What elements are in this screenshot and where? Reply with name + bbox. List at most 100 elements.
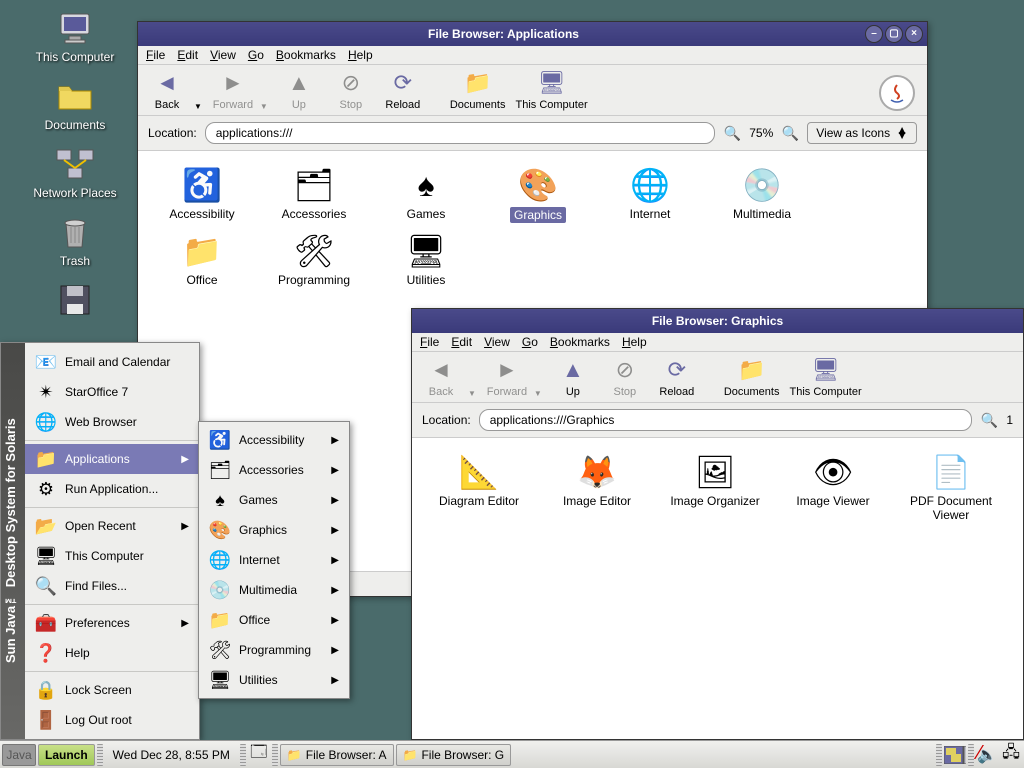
submenu-item[interactable]: 🗂Accessories▶ [199,455,349,485]
taskbar-item-graphics[interactable]: 📁File Browser: G [396,744,512,766]
titlebar[interactable]: File Browser: Applications – ▢ × [138,22,927,46]
forward-dropdown[interactable]: ▼ [260,102,268,111]
submenu-item[interactable]: ♿Accessibility▶ [199,425,349,455]
folder-item[interactable]: 🌐Internet [594,161,706,227]
desktop-icon-disk[interactable] [25,280,125,322]
panel-handle[interactable] [968,744,974,766]
taskbar-item-applications[interactable]: 📁File Browser: A [280,744,394,766]
folder-item[interactable]: ♠Games [370,161,482,227]
reload-button[interactable]: ⟳Reload [382,69,424,111]
launch-menu-item[interactable]: ❓Help [25,638,199,668]
up-button[interactable]: ▲Up [278,69,320,111]
back-dropdown[interactable]: ▼ [194,102,202,111]
folder-item[interactable]: 👁Image Viewer [774,448,892,526]
launch-menu-item[interactable]: ⚙Run Application... [25,474,199,504]
maximize-button[interactable]: ▢ [885,25,903,43]
zoom-in-button[interactable]: 🔍 [781,124,799,142]
this-computer-button[interactable]: 🖥This Computer [789,356,861,398]
submenu-item[interactable]: 🖥Utilities▶ [199,665,349,695]
workspace-switcher[interactable] [944,744,966,766]
menu-view[interactable]: View [484,335,510,349]
menu-file[interactable]: File [420,335,439,349]
folder-item[interactable]: 🦊Image Editor [538,448,656,526]
launch-menu-item[interactable]: 🚪Log Out root [25,705,199,735]
menu-edit[interactable]: Edit [451,335,472,349]
launch-menu-item[interactable]: 🔍Find Files... [25,571,199,601]
launch-menu-item[interactable]: ✴StarOffice 7 [25,377,199,407]
submenu-item[interactable]: 📁Office▶ [199,605,349,635]
folder-item[interactable]: 📁Office [146,227,258,291]
panel-handle[interactable] [272,744,278,766]
volume-icon[interactable]: 🔈⁄ [976,744,998,766]
desktop-icon-trash[interactable]: Trash [25,212,125,268]
submenu-item[interactable]: 🎨Graphics▶ [199,515,349,545]
folder-item[interactable]: ♿Accessibility [146,161,258,227]
panel-clock[interactable]: Wed Dec 28, 8:55 PM [105,748,238,762]
panel-handle[interactable] [240,744,246,766]
back-dropdown[interactable]: ▼ [468,389,476,398]
titlebar[interactable]: File Browser: Graphics [412,309,1023,333]
icon-view[interactable]: ♿Accessibility🗂Accessories♠Games🎨Graphic… [138,151,927,301]
launch-menu-item[interactable]: 📧Email and Calendar [25,347,199,377]
network-tray-icon[interactable]: 🖧 [1000,744,1022,766]
launch-menu-item[interactable]: 📂Open Recent▶ [25,511,199,541]
menu-edit[interactable]: Edit [177,48,198,62]
back-button[interactable]: ◄Back [146,69,188,111]
forward-button[interactable]: ►Forward [486,356,528,398]
panel-handle[interactable] [97,744,103,766]
stop-button[interactable]: ⊘Stop [604,356,646,398]
submenu-item[interactable]: ♠Games▶ [199,485,349,515]
folder-item[interactable]: 💿Multimedia [706,161,818,227]
folder-item[interactable]: 🎨Graphics [482,161,594,227]
forward-button[interactable]: ►Forward [212,69,254,111]
menu-bookmarks[interactable]: Bookmarks [550,335,610,349]
window-file-browser-graphics[interactable]: File Browser: Graphics File Edit View Go… [411,308,1024,740]
launch-menu-item[interactable]: 🌐Web Browser [25,407,199,437]
forward-dropdown[interactable]: ▼ [534,389,542,398]
submenu-item[interactable]: 🛠Programming▶ [199,635,349,665]
folder-item[interactable]: 📄PDF Document Viewer [892,448,1010,526]
back-button[interactable]: ◄Back [420,356,462,398]
menu-go[interactable]: Go [522,335,538,349]
show-desktop-button[interactable]: 🗔 [248,744,270,766]
folder-item[interactable]: 🛠Programming [258,227,370,291]
up-button[interactable]: ▲Up [552,356,594,398]
location-input[interactable] [205,122,716,144]
menu-view[interactable]: View [210,48,236,62]
submenu-item[interactable]: 💿Multimedia▶ [199,575,349,605]
java-corner-icon[interactable]: Java [2,744,36,766]
menu-help[interactable]: Help [622,335,647,349]
launch-button[interactable]: Launch [38,744,95,766]
desktop-icon-network-places[interactable]: Network Places [25,144,125,200]
documents-button[interactable]: 📁Documents [450,69,506,111]
folder-item[interactable]: 🖼Image Organizer [656,448,774,526]
menu-file[interactable]: File [146,48,165,62]
zoom-out-button[interactable]: 🔍 [980,411,998,429]
close-button[interactable]: × [905,25,923,43]
view-mode-select[interactable]: View as Icons ▲▼ [807,122,917,144]
desktop-icon-documents[interactable]: Documents [25,76,125,132]
launch-menu-item[interactable]: 📁Applications▶ [25,444,199,474]
launch-menu-item[interactable]: 🖥This Computer [25,541,199,571]
minimize-button[interactable]: – [865,25,883,43]
desktop-icon-this-computer[interactable]: This Computer [25,8,125,64]
location-input[interactable] [479,409,973,431]
launch-menu-item[interactable]: 🔒Lock Screen [25,675,199,705]
stop-button[interactable]: ⊘Stop [330,69,372,111]
applications-submenu[interactable]: ♿Accessibility▶🗂Accessories▶♠Games▶🎨Grap… [198,421,350,699]
menu-bookmarks[interactable]: Bookmarks [276,48,336,62]
panel-handle[interactable] [936,744,942,766]
zoom-out-button[interactable]: 🔍 [723,124,741,142]
folder-item[interactable]: 🗂Accessories [258,161,370,227]
documents-button[interactable]: 📁Documents [724,356,780,398]
menu-go[interactable]: Go [248,48,264,62]
menu-help[interactable]: Help [348,48,373,62]
folder-item[interactable]: 🖥Utilities [370,227,482,291]
launch-menu[interactable]: Sun Java™ Desktop System for Solaris 📧Em… [0,342,200,740]
icon-view[interactable]: 📐Diagram Editor🦊Image Editor🖼Image Organ… [412,438,1023,536]
launch-menu-item[interactable]: 🧰Preferences▶ [25,608,199,638]
folder-item[interactable]: 📐Diagram Editor [420,448,538,526]
submenu-item[interactable]: 🌐Internet▶ [199,545,349,575]
reload-button[interactable]: ⟳Reload [656,356,698,398]
this-computer-button[interactable]: 🖥This Computer [515,69,587,111]
